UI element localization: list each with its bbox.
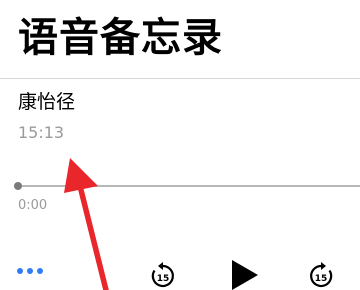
elapsed-time: 0:00 [18,198,48,213]
skip-back-button[interactable]: 15 [150,260,176,290]
skip-forward-seconds: 15 [315,274,328,284]
page-title: 语音备忘录 [18,15,223,61]
skip-back-icon: 15 [151,262,174,288]
more-options-button[interactable] [17,268,43,278]
skip-back-seconds: 15 [157,274,170,284]
play-icon [232,260,258,290]
ellipsis-icon [17,268,23,274]
playback-scrubber-track[interactable] [18,185,360,187]
skip-forward-icon: 15 [310,262,333,288]
header-divider [0,78,360,79]
recording-name[interactable]: 康怡径 [18,90,75,114]
ellipsis-dot [27,268,33,274]
ellipsis-dot [37,268,43,274]
annotation-arrow-shaft [77,183,109,290]
recording-time: 15:13 [18,123,65,142]
skip-forward-button[interactable]: 15 [308,260,334,290]
playback-scrubber-knob[interactable] [14,182,22,190]
annotation-arrow-head [64,158,98,193]
play-button[interactable] [230,260,260,290]
